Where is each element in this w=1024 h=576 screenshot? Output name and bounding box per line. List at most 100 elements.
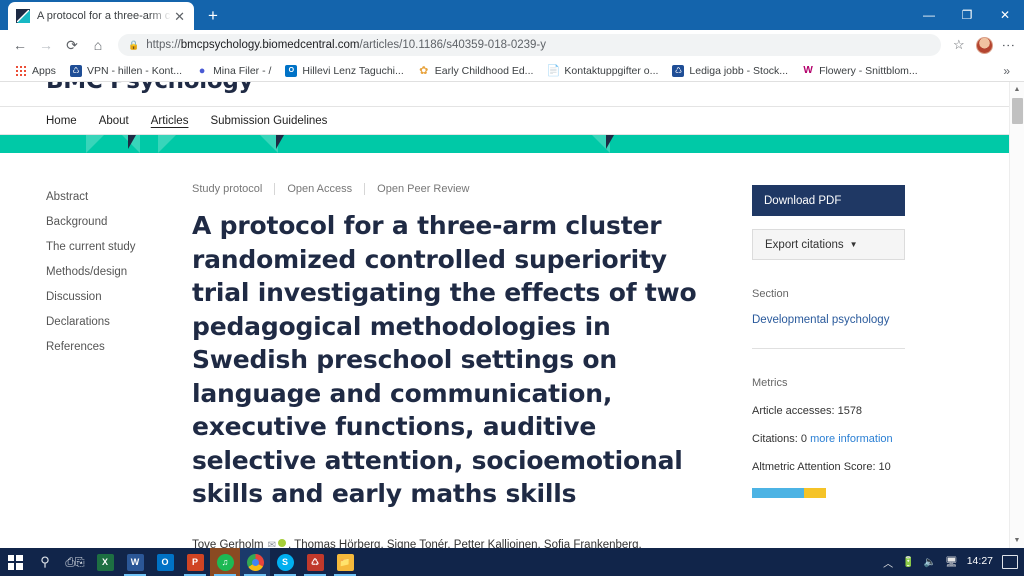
scrollbar-thumb[interactable] bbox=[1012, 98, 1023, 124]
url-path: /articles/10.1186/s40359-018-0239-y bbox=[359, 39, 546, 51]
scroll-down-icon[interactable]: ▼ bbox=[1010, 533, 1024, 548]
taskbar-spotify[interactable]: ♫ bbox=[210, 548, 240, 576]
minimize-button[interactable]: — bbox=[910, 0, 948, 30]
toc-item-declarations[interactable]: Declarations bbox=[46, 316, 192, 328]
nav-item-articles[interactable]: Articles bbox=[151, 112, 189, 130]
skype-icon: S bbox=[276, 553, 294, 571]
bookmarks-overflow-icon[interactable]: » bbox=[997, 64, 1016, 78]
notification-icon[interactable] bbox=[1002, 555, 1018, 569]
tab-close-icon[interactable]: ✕ bbox=[171, 8, 188, 25]
journal-logo-text: BMC Psychology bbox=[46, 82, 254, 94]
taskbar-skype[interactable]: S bbox=[270, 548, 300, 576]
browser-window: A protocol for a three-arm cluste ✕ + — … bbox=[0, 0, 1024, 548]
export-citations-button[interactable]: Export citations ▼ bbox=[752, 229, 905, 260]
nav-item-about[interactable]: About bbox=[99, 112, 129, 130]
author-name[interactable]: , Sofia Frankenberg bbox=[537, 538, 639, 548]
taskbar-word[interactable]: W bbox=[120, 548, 150, 576]
outlook-icon: O bbox=[285, 64, 298, 77]
journal-logo[interactable]: BMC Psychology bbox=[0, 82, 1009, 106]
bookmark-mina-filer[interactable]: ● Mina Filer - / bbox=[189, 63, 278, 79]
maximize-button[interactable]: ❐ bbox=[948, 0, 986, 30]
address-bar[interactable]: 🔒 https://bmcpsychology.biomedcentral.co… bbox=[118, 34, 941, 56]
bookmark-star-icon[interactable]: ☆ bbox=[949, 37, 969, 53]
taskbar-powerpoint[interactable]: P bbox=[180, 548, 210, 576]
nav-item-submission-guidelines[interactable]: Submission Guidelines bbox=[210, 112, 327, 130]
apps-grid-icon bbox=[15, 64, 27, 77]
battery-icon[interactable]: 🔋 bbox=[902, 557, 914, 568]
site-navigation: Home About Articles Submission Guideline… bbox=[0, 106, 1009, 135]
browser-tab[interactable]: A protocol for a three-arm cluste ✕ bbox=[8, 2, 194, 30]
toc-item-references[interactable]: References bbox=[46, 341, 192, 353]
shield-icon: ♺ bbox=[69, 64, 82, 77]
open-access-badge: Open Access bbox=[274, 183, 364, 195]
email-icon[interactable]: ✉ bbox=[268, 537, 276, 549]
document-icon: 📄 bbox=[546, 65, 561, 77]
taskbar-outlook[interactable]: O bbox=[150, 548, 180, 576]
bookmark-vpn[interactable]: ♺ VPN - hillen - Kont... bbox=[63, 63, 189, 79]
author-name[interactable]: Tove Gerholm bbox=[192, 538, 264, 548]
windows-taskbar: ⚲ ⎙⎘ X W O P ♫ S ♺ 📁 ︿ 🔋 🔈 🖥 14:27 bbox=[0, 548, 1024, 576]
taskbar-taskview-button[interactable]: ⎙⎘ bbox=[60, 548, 90, 576]
volume-icon[interactable]: 🔈 bbox=[924, 557, 936, 568]
toc-item-background[interactable]: Background bbox=[46, 216, 192, 228]
window-controls: — ❐ ✕ bbox=[910, 0, 1024, 30]
toc-item-abstract[interactable]: Abstract bbox=[46, 191, 192, 203]
taskbar-excel[interactable]: X bbox=[90, 548, 120, 576]
back-icon[interactable]: ← bbox=[8, 33, 32, 57]
triangle-decor-icon bbox=[276, 135, 284, 149]
article-layout: Abstract Background The current study Me… bbox=[0, 153, 1009, 548]
taskbar-clock[interactable]: 14:27 bbox=[967, 556, 993, 568]
toc-item-the-current-study[interactable]: The current study bbox=[46, 241, 192, 253]
scroll-up-icon[interactable]: ▲ bbox=[1010, 82, 1024, 97]
new-tab-button[interactable]: + bbox=[200, 3, 226, 29]
reload-icon[interactable]: ⟳ bbox=[60, 33, 84, 57]
word-icon: W bbox=[126, 553, 144, 571]
section-link[interactable]: Developmental psychology bbox=[752, 314, 938, 326]
orcid-icon[interactable] bbox=[277, 538, 286, 547]
bookmark-apps[interactable]: Apps bbox=[8, 63, 63, 79]
browser-toolbar: ← → ⟳ ⌂ 🔒 https://bmcpsychology.biomedce… bbox=[0, 30, 1024, 60]
triangle-decor-icon bbox=[606, 135, 614, 149]
toc-item-discussion[interactable]: Discussion bbox=[46, 291, 192, 303]
shield-icon: ♺ bbox=[306, 553, 324, 571]
taskbar-search-button[interactable]: ⚲ bbox=[30, 548, 60, 576]
profile-avatar[interactable] bbox=[975, 36, 993, 54]
bookmark-kontaktuppgifter[interactable]: 📄 Kontaktuppgifter o... bbox=[540, 63, 665, 79]
windows-logo-icon bbox=[7, 554, 23, 570]
altmetric-bar-yellow bbox=[804, 488, 826, 498]
citations-more-information-link[interactable]: more information bbox=[810, 433, 893, 445]
url-prefix: https:// bbox=[146, 39, 181, 51]
decorative-teal-band bbox=[0, 135, 1009, 153]
vertical-scrollbar[interactable]: ▲ ▼ bbox=[1009, 82, 1024, 548]
author-name[interactable]: , Thomas Hörberg bbox=[287, 538, 381, 548]
dot-icon: ● bbox=[198, 64, 206, 77]
network-icon[interactable]: 🖥 bbox=[945, 557, 958, 568]
bookmark-flowery[interactable]: W Flowery - Snittblom... bbox=[795, 63, 925, 79]
author-name[interactable]: , Signe Tonér bbox=[380, 538, 448, 548]
taskbar-file-explorer[interactable]: 📁 bbox=[330, 548, 360, 576]
bookmark-label: Mina Filer - / bbox=[213, 64, 272, 77]
page-title: A protocol for a three-arm cluster rando… bbox=[192, 211, 697, 508]
chrome-icon bbox=[246, 553, 264, 571]
toc-item-methods-design[interactable]: Methods/design bbox=[46, 266, 192, 278]
author-name[interactable]: , Petter Kallioinen bbox=[447, 538, 538, 548]
lock-icon: 🔒 bbox=[128, 39, 140, 50]
start-button[interactable] bbox=[0, 548, 30, 576]
bookmarks-bar: Apps ♺ VPN - hillen - Kont... ● Mina Fil… bbox=[0, 60, 1024, 82]
bookmark-hillevi[interactable]: O Hillevi Lenz Taguchi... bbox=[278, 63, 410, 79]
url-domain: bmcpsychology.biomedcentral.com bbox=[180, 39, 360, 51]
bookmark-lediga-jobb[interactable]: ♺ Lediga jobb - Stock... bbox=[665, 63, 795, 79]
browser-menu-icon[interactable]: ⋮ bbox=[1000, 39, 1016, 52]
close-window-button[interactable]: ✕ bbox=[986, 0, 1024, 30]
tray-chevron-icon[interactable]: ︿ bbox=[883, 555, 893, 570]
home-icon[interactable]: ⌂ bbox=[86, 33, 110, 57]
leaf-icon: ✿ bbox=[419, 65, 429, 77]
nav-item-home[interactable]: Home bbox=[46, 112, 77, 130]
bookmark-early-childhood[interactable]: ✿ Early Childhood Ed... bbox=[411, 63, 541, 79]
chevron-down-icon: ▼ bbox=[849, 240, 858, 249]
export-citations-label: Export citations bbox=[765, 238, 844, 251]
taskbar-chrome[interactable] bbox=[240, 548, 270, 576]
taskbar-security[interactable]: ♺ bbox=[300, 548, 330, 576]
download-pdf-button[interactable]: Download PDF bbox=[752, 185, 905, 216]
forward-icon[interactable]: → bbox=[34, 33, 58, 57]
